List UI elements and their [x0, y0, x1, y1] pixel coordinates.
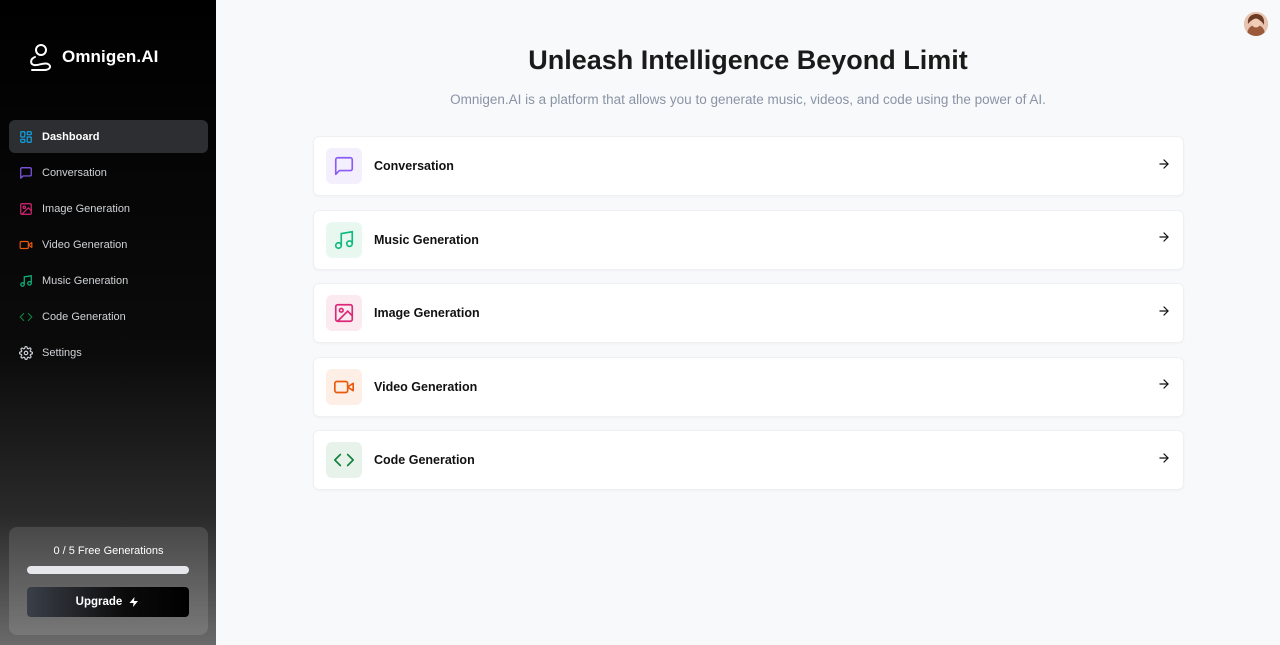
gear-icon	[19, 345, 33, 360]
music-icon	[326, 221, 362, 258]
tool-card-label: Code Generation	[374, 453, 475, 467]
tool-card-label: Image Generation	[374, 306, 480, 320]
image-icon	[19, 202, 33, 216]
message-square-icon	[326, 148, 362, 184]
sidebar-item-label: Conversation	[42, 166, 107, 179]
tool-card-label: Video Generation	[374, 379, 478, 394]
tool-card-image-generation[interactable]: Image Generation	[313, 283, 1184, 343]
video-icon	[326, 368, 362, 405]
sidebar-item-dashboard[interactable]: Dashboard	[9, 120, 208, 153]
message-square-icon	[19, 166, 33, 180]
upgrade-button[interactable]: Upgrade	[27, 587, 189, 617]
arrow-right-icon	[1157, 157, 1171, 176]
sidebar-item-label: Image Generation	[42, 202, 131, 215]
user-avatar[interactable]	[1244, 12, 1268, 36]
code-icon	[326, 442, 362, 478]
sidebar-item-conversation[interactable]: Conversation	[9, 156, 208, 189]
sidebar-nav: Dashboard Conversation Image Generation …	[9, 120, 208, 372]
arrow-right-icon	[1157, 377, 1171, 396]
sidebar-item-label: Dashboard	[42, 130, 100, 143]
image-icon	[326, 295, 362, 331]
tool-card-code-generation[interactable]: Code Generation	[313, 430, 1184, 490]
sidebar-item-music-generation[interactable]: Music Generation	[9, 264, 208, 297]
sidebar-item-code-generation[interactable]: Code Generation	[9, 300, 208, 333]
sidebar-item-image-generation[interactable]: Image Generation	[9, 192, 208, 225]
music-icon	[19, 274, 33, 288]
page-title: Unleash Intelligence Beyond Limit	[528, 45, 968, 75]
arrow-right-icon	[1157, 304, 1171, 323]
dashboard-icon	[19, 130, 33, 144]
logo-icon	[30, 44, 52, 71]
sidebar-item-label: Settings	[42, 346, 82, 359]
page-subtitle: Omnigen.AI is a platform that allows you…	[450, 92, 1046, 107]
sidebar-item-settings[interactable]: Settings	[9, 336, 208, 369]
upgrade-button-label: Upgrade	[75, 596, 123, 608]
tool-card-video-generation[interactable]: Video Generation	[313, 356, 1184, 417]
generations-progress-bar	[27, 566, 189, 574]
arrow-right-icon	[1157, 451, 1171, 470]
sidebar-item-video-generation[interactable]: Video Generation	[9, 228, 208, 261]
app-logo[interactable]: Omnigen.AI	[28, 42, 158, 72]
sidebar: Omnigen.AI Dashboard Conversation Image …	[0, 0, 216, 645]
tools-list: Conversation Music Generation Image Gene…	[313, 136, 1184, 504]
tool-card-music-generation[interactable]: Music Generation	[313, 209, 1184, 270]
lightning-icon	[129, 597, 139, 607]
sidebar-item-label: Video Generation	[42, 238, 128, 251]
sidebar-item-label: Code Generation	[42, 310, 126, 323]
tool-card-label: Conversation	[374, 159, 454, 173]
code-icon	[19, 310, 33, 324]
tool-card-conversation[interactable]: Conversation	[313, 136, 1184, 196]
sidebar-item-label: Music Generation	[42, 274, 129, 287]
app-name: Omnigen.AI	[62, 47, 159, 66]
tool-card-label: Music Generation	[374, 232, 479, 247]
free-generations-counter: 0 / 5 Free Generations	[53, 545, 164, 557]
free-generations-panel: 0 / 5 Free Generations Upgrade	[9, 527, 208, 635]
video-icon	[19, 238, 33, 252]
arrow-right-icon	[1157, 230, 1171, 249]
